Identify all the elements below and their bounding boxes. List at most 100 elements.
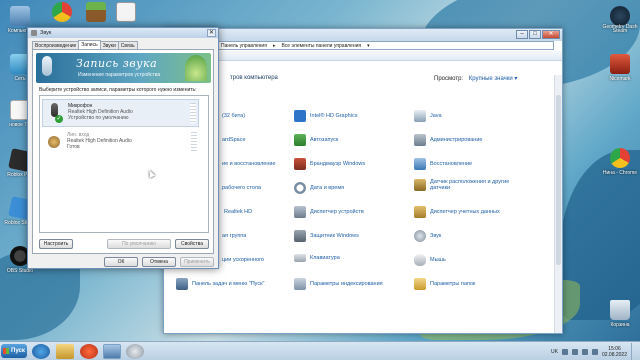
view-selector[interactable]: Просмотр: Крупные значки ▾ <box>434 75 517 82</box>
sound-dialog[interactable]: Звук ✕ Воспроизведение Запись Звуки Связ… <box>27 27 219 269</box>
ok-button[interactable]: ОК <box>104 257 138 267</box>
banner-subtitle: Изменение параметров устройства <box>78 72 161 78</box>
clock-icon <box>294 182 306 194</box>
apply-button[interactable]: Применить <box>180 257 214 267</box>
device-manager-icon <box>294 206 306 218</box>
cp-item-label: Дата и время <box>310 185 345 191</box>
file-icon <box>116 2 136 22</box>
cp-item-device-manager[interactable]: Диспетчер устройств <box>294 206 364 218</box>
desktop-icon-geometry-dash[interactable]: Geometry Dash <box>600 24 640 30</box>
cp-item-label: ая группа <box>222 233 247 239</box>
view-label: Просмотр: <box>434 76 464 82</box>
sound-dialog-titlebar[interactable]: Звук <box>28 28 218 38</box>
cp-item-keyboard[interactable]: Клавиатура <box>294 254 340 262</box>
recovery-icon <box>414 158 426 170</box>
window-controls: – □ ✕ <box>516 30 560 39</box>
maximize-button[interactable]: □ <box>529 30 541 39</box>
desktop-icon-top-3[interactable] <box>106 2 146 24</box>
desktop-icon-recycle-bin[interactable]: Корзина <box>600 300 640 328</box>
taskbar-app-control-panel-icon[interactable] <box>103 344 121 359</box>
flag-tray-icon[interactable] <box>591 348 598 355</box>
list-item-microphone[interactable]: ✓ Микрофон Realtek High Definition Audio… <box>42 99 199 127</box>
default-device-check-icon: ✓ <box>55 115 63 123</box>
recording-panel: Запись звука Изменение параметров устрой… <box>32 49 214 254</box>
close-button[interactable]: ✕ <box>207 29 216 37</box>
cp-item[interactable]: ции ускоренного <box>222 257 264 263</box>
recycle-bin-icon <box>610 300 630 320</box>
tray-arrow-icon[interactable] <box>561 348 568 355</box>
cp-item[interactable]: (32 бита) <box>222 113 245 119</box>
taskbar-app-media-icon[interactable] <box>80 344 98 359</box>
cp-item-mouse[interactable]: Мышь <box>414 254 446 266</box>
cp-item[interactable]: ая группа <box>222 233 246 239</box>
minecraft-icon <box>86 2 106 22</box>
configure-button[interactable]: Настроить <box>39 239 73 249</box>
cp-item[interactable]: ие и восстановление <box>222 161 276 167</box>
recording-device-list[interactable]: ✓ Микрофон Realtek High Definition Audio… <box>39 95 209 233</box>
cp-item-label: Параметры папок <box>430 281 476 287</box>
chevron-down-icon[interactable]: ▾ <box>367 43 370 49</box>
cp-item-label: Датчик расположения и другие датчики <box>430 179 510 191</box>
taskbar-settings-icon <box>176 278 188 290</box>
volume-tray-icon[interactable] <box>581 348 588 355</box>
taskbar-app-edge-icon[interactable] <box>32 344 50 359</box>
cp-item-label: Java <box>430 113 442 119</box>
cp-item-folder-options[interactable]: Параметры папок <box>414 278 475 290</box>
keyboard-icon <box>294 254 306 262</box>
minimize-button[interactable]: – <box>516 30 528 39</box>
cp-item-credential-manager[interactable]: Диспетчер учетных данных <box>414 206 500 218</box>
desktop-icon-nicemark[interactable]: Nicemark <box>600 54 640 82</box>
taskbar-app-sound-icon[interactable] <box>126 344 144 359</box>
cp-item-autoplay[interactable]: Автозапуск <box>294 134 338 146</box>
taskbar-app-explorer-icon[interactable] <box>56 344 74 359</box>
cp-item-label: рабочего стола <box>222 185 262 191</box>
cp-item[interactable]: рабочего стола <box>222 185 261 191</box>
set-default-button[interactable]: По умолчанию <box>107 239 171 249</box>
network-tray-icon[interactable] <box>571 348 578 355</box>
list-item-line-in[interactable]: Лин. вход Realtek High Definition Audio … <box>42 129 199 157</box>
cp-item-date-time[interactable]: Дата и время <box>294 182 344 194</box>
vertical-scrollbar[interactable] <box>554 75 562 333</box>
scrollbar-thumb[interactable] <box>556 95 561 265</box>
cp-item-indexing[interactable]: Параметры индексирования <box>294 278 383 290</box>
cp-item-sound[interactable]: Звук <box>414 230 441 242</box>
language-indicator[interactable]: UK <box>551 349 558 355</box>
cp-item-label: Диспетчер устройств <box>310 209 364 215</box>
close-button[interactable]: ✕ <box>542 30 560 39</box>
firewall-icon <box>294 158 306 170</box>
cp-item-defender[interactable]: Защитник Windows <box>294 230 359 242</box>
desktop-icon-chrome-profile[interactable]: Нина - Chrome <box>600 148 640 176</box>
address-bar[interactable]: Панель управления ▸ Все элементы панели … <box>216 41 554 50</box>
cp-item-label: ие и восстановление <box>222 161 276 167</box>
cancel-button[interactable]: Отмена <box>142 257 176 267</box>
location-sensor-icon <box>414 179 426 191</box>
breadcrumb-control-panel[interactable]: Панель управления <box>221 43 267 49</box>
cp-item[interactable]: ardSpace <box>222 137 246 143</box>
cp-item-firewall[interactable]: Брандмауэр Windows <box>294 158 365 170</box>
view-dropdown[interactable]: Крупные значки ▾ <box>469 76 518 82</box>
cp-item-label: Диспетчер учетных данных <box>430 209 500 215</box>
desktop-icon-label: Nicemark <box>609 76 631 82</box>
show-desktop-button[interactable] <box>631 343 637 360</box>
cp-item-label: (32 бита) <box>222 113 246 119</box>
indexing-icon <box>294 278 306 290</box>
control-panel-titlebar[interactable] <box>164 29 562 41</box>
desktop-icon-label: Geometry Dash <box>602 24 638 30</box>
cp-item-taskbar-start[interactable]: Панель задач и меню "Пуск" <box>176 278 264 290</box>
cp-item-label: Клавиатура <box>310 255 340 261</box>
device-status: Готов <box>67 144 80 150</box>
properties-button[interactable]: Свойства <box>175 239 209 249</box>
cp-item[interactable]: Realtek HD <box>224 209 252 215</box>
cp-item-location-sensors[interactable]: Датчик расположения и другие датчики <box>414 179 510 191</box>
system-tray: UK 15:06 02.08.2022 <box>551 342 640 360</box>
breadcrumb-all-items[interactable]: Все элементы панели управления <box>281 43 361 49</box>
cp-item-admin-tools[interactable]: Администрирование <box>414 134 482 146</box>
cp-item-java[interactable]: Java <box>414 110 442 122</box>
cp-item-label: Защитник Windows <box>310 233 359 239</box>
clock[interactable]: 15:06 02.08.2022 <box>602 346 627 358</box>
cp-item-recovery[interactable]: Восстановление <box>414 158 472 170</box>
start-button[interactable]: Пуск <box>1 344 27 358</box>
cp-item-intel-graphics[interactable]: Intel® HD Graphics <box>294 110 357 122</box>
breadcrumb-separator: ▸ <box>272 42 276 49</box>
control-panel-window[interactable]: – □ ✕ Панель управления ▸ Все элементы п… <box>163 28 563 334</box>
